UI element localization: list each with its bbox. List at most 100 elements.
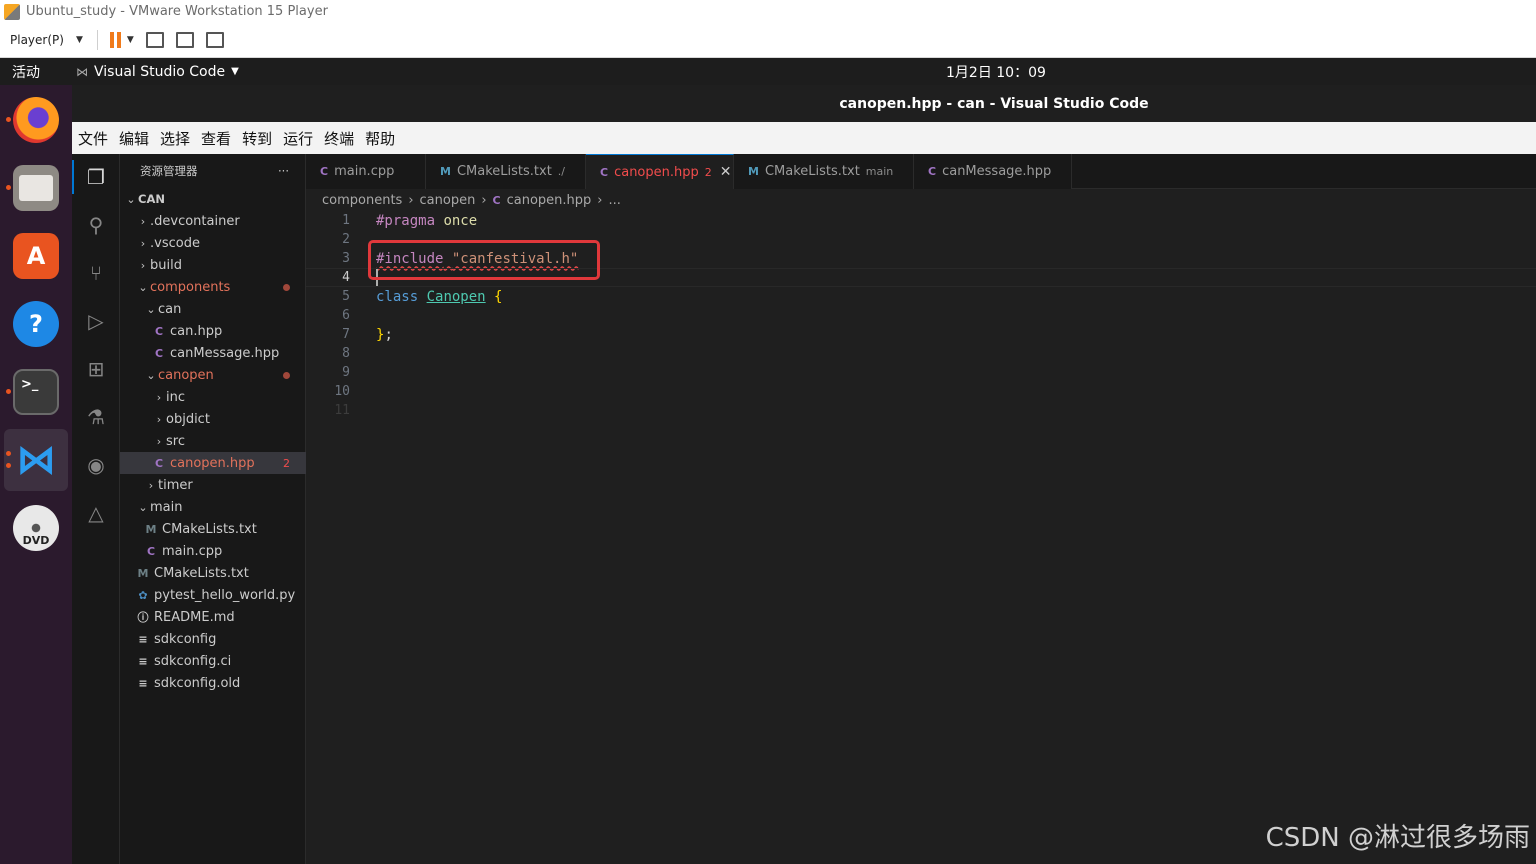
tree-item-label: main.cpp bbox=[162, 543, 223, 559]
breadcrumb-item[interactable]: components bbox=[322, 193, 402, 208]
menu-selection[interactable]: 选择 bbox=[160, 128, 190, 149]
editor-tab[interactable]: Cmain.cpp bbox=[306, 154, 426, 189]
breadcrumb-item[interactable]: canopen bbox=[420, 193, 476, 208]
line-number: 7 bbox=[342, 327, 350, 342]
tree-file[interactable]: ✿ pytest_hello_world.py bbox=[120, 584, 306, 606]
tree-file[interactable]: ⓘ README.md bbox=[120, 606, 306, 628]
code-line[interactable]: 9 bbox=[306, 363, 1536, 382]
tree-folder[interactable]: ⌄ components bbox=[120, 276, 306, 298]
pause-dropdown-icon[interactable]: ▼ bbox=[127, 35, 134, 45]
cpp-file-icon: C bbox=[146, 544, 156, 558]
unity-mode-icon[interactable] bbox=[205, 32, 224, 48]
editor-tab[interactable]: Ccanopen.hpp 2 ✕ bbox=[586, 154, 734, 189]
search-icon[interactable]: ⚲ bbox=[84, 213, 108, 237]
code-line[interactable]: 6 bbox=[306, 306, 1536, 325]
run-debug-icon[interactable]: ▷ bbox=[84, 309, 108, 333]
esp-idf-icon[interactable]: ◉ bbox=[84, 453, 108, 477]
more-actions-icon[interactable]: ··· bbox=[278, 164, 289, 178]
menu-go[interactable]: 转到 bbox=[242, 128, 272, 149]
dock-files[interactable] bbox=[4, 157, 68, 219]
dock-dvd[interactable]: DVD bbox=[4, 497, 68, 559]
code-token: ; bbox=[384, 326, 393, 343]
platform-icon[interactable]: △ bbox=[84, 501, 108, 525]
vscode-title-bar: canopen.hpp - can - Visual Studio Code bbox=[72, 85, 1536, 122]
source-control-icon[interactable]: ⑂ bbox=[84, 261, 108, 285]
menu-view[interactable]: 查看 bbox=[201, 128, 231, 149]
breadcrumb-item[interactable]: canopen.hpp bbox=[507, 193, 592, 208]
tree-file[interactable]: M CMakeLists.txt bbox=[120, 562, 306, 584]
send-ctrl-alt-del-icon[interactable] bbox=[145, 32, 164, 48]
firefox-icon bbox=[13, 97, 59, 143]
close-icon[interactable]: ✕ bbox=[720, 164, 732, 180]
line-number: 3 bbox=[342, 251, 350, 266]
menu-edit[interactable]: 编辑 bbox=[119, 128, 149, 149]
menu-terminal[interactable]: 终端 bbox=[324, 128, 354, 149]
tree-file[interactable]: ≡ sdkconfig.ci bbox=[120, 650, 306, 672]
tree-folder[interactable]: › .devcontainer bbox=[120, 210, 306, 232]
breadcrumb-item[interactable]: ... bbox=[608, 193, 620, 208]
dock-firefox[interactable] bbox=[4, 89, 68, 151]
activities-button[interactable]: 活动 bbox=[12, 62, 72, 82]
tree-file[interactable]: Ccan.hpp bbox=[120, 320, 306, 342]
chevron-down-icon: ⌄ bbox=[146, 302, 156, 316]
tree-folder[interactable]: › .vscode bbox=[120, 232, 306, 254]
tree-file[interactable]: Cmain.cpp bbox=[120, 540, 306, 562]
tree-item-label: sdkconfig.ci bbox=[154, 653, 232, 669]
clock[interactable]: 1月2日 10：09 bbox=[946, 62, 1046, 82]
chevron-right-icon: › bbox=[156, 390, 162, 404]
tab-label: canMessage.hpp bbox=[942, 164, 1052, 179]
tree-folder[interactable]: ⌄ CAN bbox=[120, 188, 306, 210]
dock-vscode[interactable]: ⋈ bbox=[4, 429, 68, 491]
menu-file[interactable]: 文件 bbox=[78, 128, 108, 149]
tab-description: main bbox=[865, 165, 894, 178]
extensions-icon[interactable]: ⊞ bbox=[84, 357, 108, 381]
code-line[interactable]: 10 bbox=[306, 382, 1536, 401]
pause-icon[interactable] bbox=[109, 32, 121, 48]
menu-help[interactable]: 帮助 bbox=[365, 128, 395, 149]
tree-folder[interactable]: ⌄ canopen bbox=[120, 364, 306, 386]
problem-count-badge: 2 bbox=[283, 456, 290, 470]
dock-software-center[interactable]: A bbox=[4, 225, 68, 287]
explorer-icon[interactable]: ❐ bbox=[84, 165, 108, 189]
cmake-file-icon: M bbox=[440, 165, 451, 178]
code-line[interactable]: 8 bbox=[306, 344, 1536, 363]
line-number: 2 bbox=[342, 232, 350, 247]
tree-folder[interactable]: › inc bbox=[120, 386, 306, 408]
tree-file[interactable]: CcanMessage.hpp bbox=[120, 342, 306, 364]
tree-file[interactable]: Ccanopen.hpp 2 bbox=[120, 452, 306, 474]
menu-run[interactable]: 运行 bbox=[283, 128, 313, 149]
chevron-right-icon: › bbox=[156, 434, 162, 448]
tree-folder[interactable]: ⌄ can bbox=[120, 298, 306, 320]
editor-tab[interactable]: M CMakeLists.txt main bbox=[734, 154, 914, 189]
tree-file[interactable]: ≡ sdkconfig.old bbox=[120, 672, 306, 694]
tree-folder[interactable]: › build bbox=[120, 254, 306, 276]
code-token: #pragma bbox=[376, 212, 436, 229]
tree-item-label: src bbox=[166, 433, 185, 449]
app-menu-button[interactable]: ⋈ Visual Studio Code ▼ bbox=[76, 64, 239, 80]
tree-item-label: CAN bbox=[138, 192, 165, 206]
fullscreen-icon[interactable] bbox=[175, 32, 194, 48]
tab-description: ./ bbox=[557, 165, 565, 178]
code-line[interactable]: 5 class Canopen { bbox=[306, 287, 1536, 306]
explorer-header: 资源管理器 ··· bbox=[120, 154, 305, 188]
tree-folder[interactable]: › timer bbox=[120, 474, 306, 496]
ubuntu-dock: A ? >_ ⋈ DVD bbox=[0, 85, 72, 864]
code-line[interactable]: 1 #pragma once bbox=[306, 211, 1536, 230]
tree-file[interactable]: M CMakeLists.txt bbox=[120, 518, 306, 540]
text-file-icon: ≡ bbox=[138, 632, 148, 646]
editor-tab[interactable]: M CMakeLists.txt ./ bbox=[426, 154, 586, 189]
tree-item-label: .vscode bbox=[150, 235, 200, 251]
player-menu-button[interactable]: Player(P) ▼ bbox=[10, 33, 83, 47]
tree-folder[interactable]: › objdict bbox=[120, 408, 306, 430]
code-token: Canopen bbox=[426, 288, 486, 305]
chevron-right-icon: › bbox=[156, 412, 162, 426]
tree-folder[interactable]: ⌄ main bbox=[120, 496, 306, 518]
dock-terminal[interactable]: >_ bbox=[4, 361, 68, 423]
dock-help[interactable]: ? bbox=[4, 293, 68, 355]
tree-folder[interactable]: › src bbox=[120, 430, 306, 452]
tree-file[interactable]: ≡ sdkconfig bbox=[120, 628, 306, 650]
code-line[interactable]: 11 bbox=[306, 401, 1536, 420]
testing-icon[interactable]: ⚗ bbox=[84, 405, 108, 429]
editor-tab[interactable]: CcanMessage.hpp bbox=[914, 154, 1072, 189]
code-line[interactable]: 7 }; bbox=[306, 325, 1536, 344]
